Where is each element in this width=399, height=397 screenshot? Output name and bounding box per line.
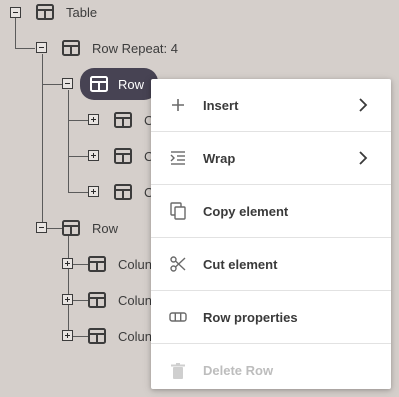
collapse-toggle-selected-row[interactable] xyxy=(62,78,73,89)
tree-connector xyxy=(68,156,88,157)
tree-node-row-selected[interactable]: Row xyxy=(80,68,159,100)
collapse-toggle-table[interactable] xyxy=(10,7,21,18)
scissors-icon xyxy=(168,254,188,274)
tree-node-label: Row xyxy=(92,220,119,236)
tree-node-row[interactable]: Row xyxy=(62,216,118,240)
tree-node-column[interactable]: Colun xyxy=(88,288,152,312)
tree-connector xyxy=(42,84,62,85)
tree-node-table[interactable]: Table xyxy=(36,0,97,24)
expand-toggle-column-5[interactable] xyxy=(62,294,73,305)
tree-connector xyxy=(68,120,88,121)
tree-node-column[interactable]: C xyxy=(114,180,153,204)
menu-item-cut-element[interactable]: Cut element xyxy=(151,238,391,291)
table-icon xyxy=(114,148,132,164)
tree-connector xyxy=(68,90,69,192)
tree-node-column[interactable]: Colun xyxy=(88,324,152,348)
table-icon xyxy=(88,328,106,344)
table-icon xyxy=(114,184,132,200)
menu-item-label: Row properties xyxy=(203,309,298,325)
menu-item-label: Copy element xyxy=(203,203,289,219)
menu-item-wrap[interactable]: Wrap xyxy=(151,132,391,185)
tree-connector xyxy=(15,48,35,49)
menu-item-label: Insert xyxy=(203,97,239,113)
wrap-indent-icon xyxy=(168,148,188,168)
chevron-right-icon xyxy=(355,97,371,113)
trash-icon xyxy=(168,361,188,381)
tree-connector xyxy=(15,18,16,48)
menu-item-row-properties[interactable]: Row properties xyxy=(151,291,391,344)
copy-icon xyxy=(168,201,188,221)
tree-connector xyxy=(68,234,69,336)
expand-toggle-column-4[interactable] xyxy=(62,258,73,269)
collapse-toggle-row-repeat[interactable] xyxy=(36,42,47,53)
table-icon xyxy=(62,220,80,236)
tree-connector xyxy=(68,192,88,193)
menu-item-label: Delete Row xyxy=(203,363,274,378)
tree-node-label: Table xyxy=(66,4,98,20)
expand-toggle-column-2[interactable] xyxy=(88,150,99,161)
tree-node-column[interactable]: C xyxy=(114,108,153,132)
expand-toggle-column-3[interactable] xyxy=(88,186,99,197)
expand-toggle-column-1[interactable] xyxy=(88,114,99,125)
tree-connector xyxy=(42,54,43,228)
menu-item-insert[interactable]: Insert xyxy=(151,79,391,132)
table-icon xyxy=(62,40,80,56)
menu-item-label: Wrap xyxy=(203,150,236,166)
tree-node-label: Colun xyxy=(118,256,152,272)
table-icon xyxy=(88,256,106,272)
tree-node-row-repeat[interactable]: Row Repeat: 4 xyxy=(62,36,178,60)
plus-icon xyxy=(168,95,188,115)
expand-toggle-column-6[interactable] xyxy=(62,330,73,341)
table-icon xyxy=(90,76,108,92)
table-icon xyxy=(88,292,106,308)
collapse-toggle-row[interactable] xyxy=(36,222,47,233)
tree-node-label: Row Repeat: 4 xyxy=(92,40,178,56)
context-menu: Insert Wrap Copy element Cut element Row… xyxy=(151,79,391,389)
menu-item-delete-row[interactable]: Delete Row xyxy=(151,344,391,389)
menu-item-copy-element[interactable]: Copy element xyxy=(151,185,391,238)
table-icon xyxy=(36,4,54,20)
row-properties-icon xyxy=(168,307,188,327)
tree-node-label: Row xyxy=(118,76,145,92)
tree-node-label: Colun xyxy=(118,292,152,308)
menu-item-label: Cut element xyxy=(203,256,278,272)
tree-node-column[interactable]: C xyxy=(114,144,153,168)
tree-node-label: Colun xyxy=(118,328,152,344)
chevron-right-icon xyxy=(355,150,371,166)
table-icon xyxy=(114,112,132,128)
tree-node-column[interactable]: Colun xyxy=(88,252,152,276)
